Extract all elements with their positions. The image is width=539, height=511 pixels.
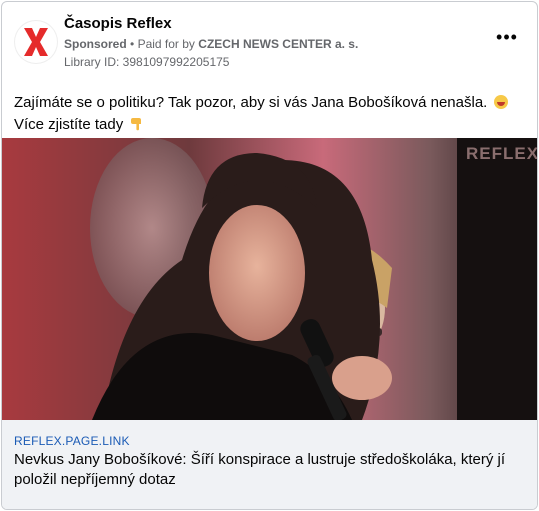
- sponsored-line: Sponsored • Paid for by CZECH NEWS CENTE…: [64, 37, 358, 51]
- separator-dot: •: [130, 37, 135, 51]
- link-domain: REFLEX.PAGE.LINK: [14, 434, 130, 448]
- advertiser-name[interactable]: CZECH NEWS CENTER a. s.: [198, 37, 358, 51]
- post-text-tail: Více zjistíte tady: [14, 116, 124, 133]
- post-text: Zajímáte se o politiku? Tak pozor, aby s…: [14, 92, 520, 136]
- reflex-watermark: REFLEX: [466, 144, 537, 163]
- link-headline[interactable]: Nevkus Jany Bobošíkové: Šíří konspirace …: [14, 450, 524, 490]
- ad-image[interactable]: REFLEX: [2, 138, 537, 420]
- paid-for-label: Paid for by: [137, 37, 195, 51]
- page-avatar[interactable]: [14, 20, 58, 64]
- ad-card: Časopis Reflex Sponsored • Paid for by C…: [1, 1, 538, 510]
- speaker-photo: [2, 138, 537, 420]
- reflex-x-logo-icon: [24, 28, 48, 56]
- library-id: Library ID: 3981097992205175: [64, 55, 230, 69]
- link-preview[interactable]: REFLEX.PAGE.LINK Nevkus Jany Bobošíkové:…: [2, 420, 537, 509]
- grinning-face-icon: [493, 95, 508, 109]
- post-header: Časopis Reflex Sponsored • Paid for by C…: [2, 2, 537, 74]
- page-name[interactable]: Časopis Reflex: [64, 15, 172, 32]
- post-text-main: Zajímáte se o politiku? Tak pozor, aby s…: [14, 94, 488, 111]
- pointing-down-hand-icon: [131, 118, 142, 131]
- more-options-icon[interactable]: •••: [496, 28, 518, 50]
- sponsored-label: Sponsored: [64, 37, 127, 51]
